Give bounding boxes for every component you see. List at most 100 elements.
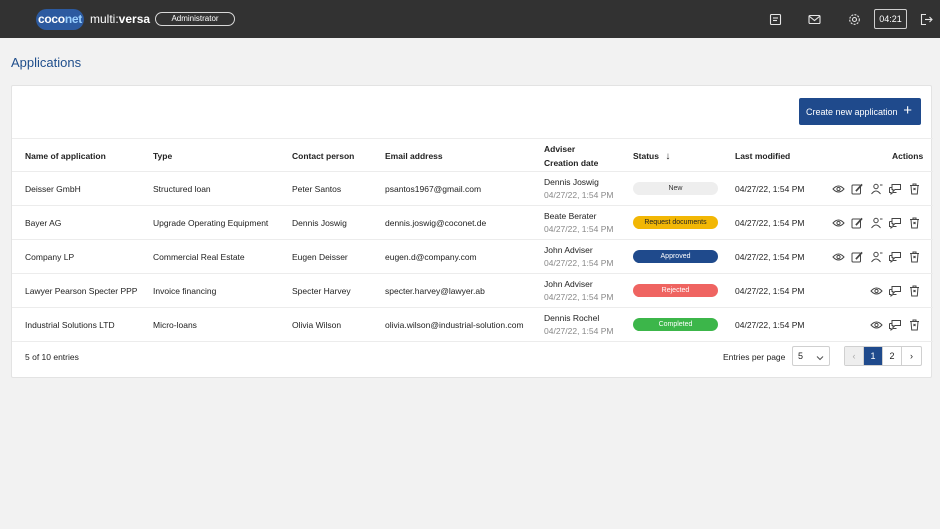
messages-icon[interactable] <box>888 216 902 230</box>
col-adviser[interactable]: Adviser Creation date <box>544 144 598 168</box>
adviser-name: John Adviser <box>544 279 593 289</box>
application-type: Structured loan <box>153 184 211 194</box>
email-address: eugen.d@company.com <box>385 252 477 262</box>
application-name[interactable]: Company LP <box>25 252 74 262</box>
delete-icon[interactable] <box>907 216 921 230</box>
row-actions <box>831 182 921 196</box>
last-modified: 04/27/22, 1:54 PM <box>735 320 805 330</box>
contact-person: Olivia Wilson <box>292 320 342 330</box>
table-row[interactable]: Bayer AG Upgrade Operating Equipment Den… <box>12 206 933 240</box>
page-2-button[interactable]: 2 <box>883 347 902 365</box>
row-actions <box>869 318 921 332</box>
application-type: Micro-loans <box>153 320 197 330</box>
last-modified: 04/27/22, 1:54 PM <box>735 286 805 296</box>
adviser-name: Dennis Joswig <box>544 177 599 187</box>
view-icon[interactable] <box>869 318 883 332</box>
create-application-label: Create new application <box>806 106 898 117</box>
edit-icon[interactable] <box>850 216 864 230</box>
session-timer: 04:21 <box>874 9 907 29</box>
logo-text-pre: coco <box>38 12 65 26</box>
logout-icon[interactable] <box>918 11 934 27</box>
status-badge: Request documents <box>633 216 718 229</box>
creation-date: 04/27/22, 1:54 PM <box>544 190 614 200</box>
delete-icon[interactable] <box>907 182 921 196</box>
application-name[interactable]: Bayer AG <box>25 218 61 228</box>
coconet-logo[interactable]: coconet <box>36 9 84 30</box>
sort-arrow-icon: ↓ <box>665 151 671 162</box>
email-address: specter.harvey@lawyer.ab <box>385 286 485 296</box>
table-row[interactable]: Lawyer Pearson Specter PPP Invoice finan… <box>12 274 933 308</box>
col-status[interactable]: Status ↓ <box>633 151 670 162</box>
col-adviser-label: Adviser <box>544 144 576 154</box>
adviser-cell: John Adviser 04/27/22, 1:54 PM <box>544 245 613 268</box>
application-type: Commercial Real Estate <box>153 252 245 262</box>
col-contact[interactable]: Contact person <box>292 151 354 161</box>
contact-person: Specter Harvey <box>292 286 351 296</box>
table-row[interactable]: Deisser GmbH Structured loan Peter Santo… <box>12 172 933 206</box>
page-title: Applications <box>11 55 82 70</box>
adviser-name: Dennis Rochel <box>544 313 600 323</box>
view-icon[interactable] <box>831 182 845 196</box>
prev-page-button[interactable]: ‹ <box>845 347 864 365</box>
app-name-prefix: multi: <box>90 12 119 26</box>
top-bar: coconet multi:versa Administrator 04:21 <box>0 0 940 38</box>
app-name: multi:versa <box>90 12 150 26</box>
col-modified[interactable]: Last modified <box>735 151 790 161</box>
reassign-adviser-icon[interactable] <box>869 182 883 196</box>
view-icon[interactable] <box>831 250 845 264</box>
application-name[interactable]: Industrial Solutions LTD <box>25 320 115 330</box>
messages-icon[interactable] <box>888 182 902 196</box>
adviser-name: John Adviser <box>544 245 593 255</box>
edit-icon[interactable] <box>850 250 864 264</box>
adviser-name: Beate Berater <box>544 211 597 221</box>
application-name[interactable]: Lawyer Pearson Specter PPP <box>25 286 137 296</box>
status-badge: New <box>633 182 718 195</box>
creation-date: 04/27/22, 1:54 PM <box>544 258 614 268</box>
col-type[interactable]: Type <box>153 151 172 161</box>
plus-icon: + <box>903 102 912 119</box>
col-status-label: Status <box>633 151 659 161</box>
status-badge: Rejected <box>633 284 718 297</box>
email-address: olivia.wilson@industrial-solution.com <box>385 320 524 330</box>
entries-per-page-label: Entries per page <box>723 352 786 362</box>
creation-date: 04/27/22, 1:54 PM <box>544 326 614 336</box>
application-type: Upgrade Operating Equipment <box>153 218 269 228</box>
delete-icon[interactable] <box>907 284 921 298</box>
mail-icon[interactable] <box>806 11 822 27</box>
create-application-button[interactable]: Create new application + <box>799 98 921 125</box>
next-page-button[interactable]: › <box>902 347 921 365</box>
logo-text-post: net <box>64 12 82 26</box>
col-email[interactable]: Email address <box>385 151 443 161</box>
col-name[interactable]: Name of application <box>25 151 106 161</box>
messages-icon[interactable] <box>888 284 902 298</box>
entries-per-page-select[interactable]: 5 <box>792 346 830 366</box>
reassign-adviser-icon[interactable] <box>869 250 883 264</box>
application-name[interactable]: Deisser GmbH <box>25 184 81 194</box>
page-1-button[interactable]: 1 <box>864 347 883 365</box>
table-row[interactable]: Industrial Solutions LTD Micro-loans Oli… <box>12 308 933 342</box>
messages-icon[interactable] <box>888 318 902 332</box>
edit-icon[interactable] <box>850 182 864 196</box>
entries-per-page-value: 5 <box>798 351 804 361</box>
contact-person: Eugen Deisser <box>292 252 348 262</box>
reassign-adviser-icon[interactable] <box>869 216 883 230</box>
notes-icon[interactable] <box>767 11 783 27</box>
email-address: dennis.joswig@coconet.de <box>385 218 487 228</box>
last-modified: 04/27/22, 1:54 PM <box>735 184 805 194</box>
creation-date: 04/27/22, 1:54 PM <box>544 224 614 234</box>
gear-icon[interactable] <box>846 11 862 27</box>
pagination: ‹ 1 2 › <box>844 346 922 366</box>
col-actions: Actions <box>892 151 924 161</box>
delete-icon[interactable] <box>907 318 921 332</box>
contact-person: Dennis Joswig <box>292 218 347 228</box>
adviser-cell: Dennis Joswig 04/27/22, 1:54 PM <box>544 177 613 200</box>
creation-date: 04/27/22, 1:54 PM <box>544 292 614 302</box>
role-badge[interactable]: Administrator <box>155 12 235 26</box>
messages-icon[interactable] <box>888 250 902 264</box>
table-row[interactable]: Company LP Commercial Real Estate Eugen … <box>12 240 933 274</box>
view-icon[interactable] <box>831 216 845 230</box>
row-actions <box>831 250 921 264</box>
delete-icon[interactable] <box>907 250 921 264</box>
adviser-cell: Dennis Rochel 04/27/22, 1:54 PM <box>544 313 613 336</box>
view-icon[interactable] <box>869 284 883 298</box>
